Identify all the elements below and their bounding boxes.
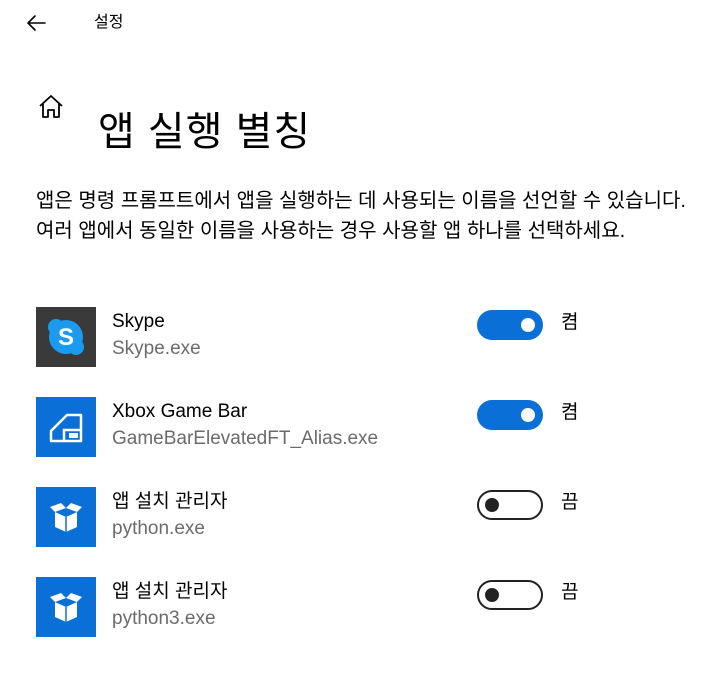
skype-icon: S — [36, 307, 96, 367]
svg-text:S: S — [58, 324, 74, 351]
game-bar-icon — [36, 397, 96, 457]
app-exe-name: python3.exe — [112, 608, 216, 629]
page-description: 앱은 명령 프롬프트에서 앱을 실행하는 데 사용되는 이름을 선언할 수 있습… — [36, 190, 686, 242]
toggle-state-label: 켬 — [561, 312, 579, 333]
package-icon — [36, 487, 96, 547]
toggle-state-label: 끔 — [561, 492, 579, 513]
package-icon — [36, 577, 96, 637]
app-name: Skype — [112, 311, 165, 332]
app-alias-row-python3: 앱 설치 관리자 python3.exe 끔 — [36, 577, 696, 639]
home-icon[interactable] — [38, 94, 64, 120]
app-name: 앱 설치 관리자 — [112, 581, 228, 602]
skype-alias-toggle[interactable] — [477, 310, 543, 340]
page-header: 앱 실행 별칭 — [0, 78, 719, 154]
app-alias-row-xbox-game-bar: Xbox Game Bar GameBarElevatedFT_Alias.ex… — [36, 397, 696, 459]
app-name: Xbox Game Bar — [112, 401, 248, 422]
app-exe-name: Skype.exe — [112, 338, 201, 359]
window-title: 설정 — [94, 14, 124, 31]
xbox-game-bar-alias-toggle[interactable] — [477, 400, 543, 430]
title-bar: 설정 — [0, 0, 719, 46]
app-alias-row-python: 앱 설치 관리자 python.exe 끔 — [36, 487, 696, 549]
back-arrow-icon — [27, 15, 46, 31]
app-alias-row-skype: S Skype Skype.exe 켬 — [36, 307, 696, 369]
toggle-knob — [521, 408, 535, 422]
app-name: 앱 설치 관리자 — [112, 491, 228, 512]
toggle-state-label: 끔 — [561, 582, 579, 603]
toggle-knob — [485, 498, 499, 512]
toggle-knob — [521, 318, 535, 332]
python3-alias-toggle[interactable] — [477, 580, 543, 610]
toggle-state-label: 켬 — [561, 402, 579, 423]
toggle-knob — [485, 588, 499, 602]
app-exe-name: python.exe — [112, 518, 205, 539]
back-button[interactable] — [22, 8, 52, 38]
app-exe-name: GameBarElevatedFT_Alias.exe — [112, 428, 379, 449]
python-alias-toggle[interactable] — [477, 490, 543, 520]
page-title: 앱 실행 별칭 — [98, 109, 312, 154]
